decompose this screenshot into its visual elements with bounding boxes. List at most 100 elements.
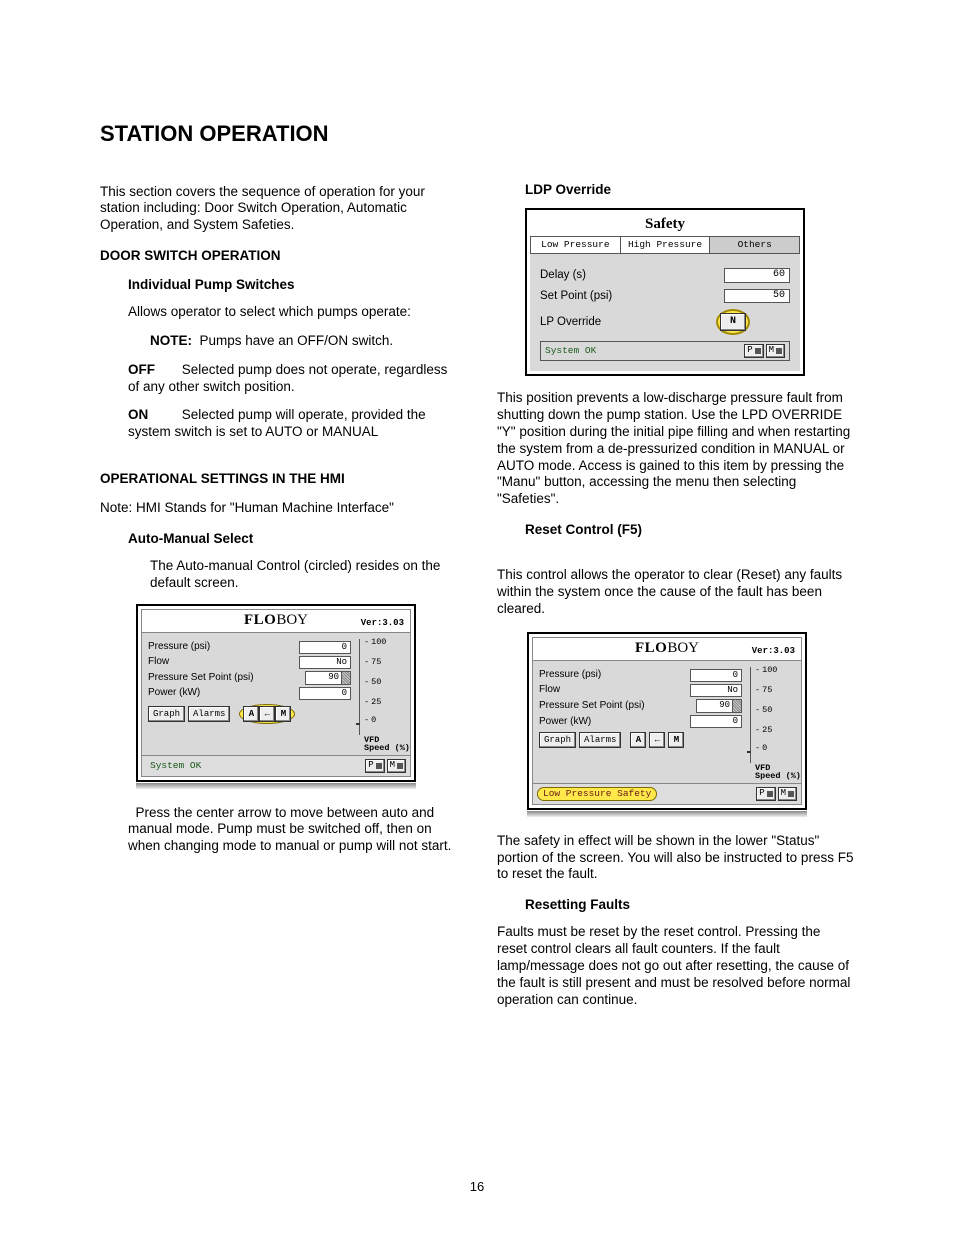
heading-door-switch: DOOR SWITCH OPERATION <box>100 248 457 265</box>
value-delay[interactable]: 60 <box>724 268 790 283</box>
status-text-alert: Low Pressure Safety <box>537 787 657 801</box>
note-text: Pumps have an OFF/ON switch. <box>200 333 394 348</box>
hmi-version: Ver:3.03 <box>361 618 404 629</box>
brand-flo: FLO <box>635 639 667 658</box>
note-row: NOTE: Pumps have an OFF/ON switch. <box>100 333 457 350</box>
status-text-ok: System OK <box>146 760 363 772</box>
heading-ldp-override: LDP Override <box>497 182 854 199</box>
two-column-layout: This section covers the sequence of oper… <box>100 176 854 1023</box>
value-safety-setpoint[interactable]: 50 <box>724 289 790 304</box>
brand-flo: FLO <box>244 611 276 630</box>
safety-panel: Safety Low Pressure High Pressure Others… <box>525 208 805 376</box>
label-flow: Flow <box>148 656 299 669</box>
manual-button[interactable]: M <box>275 706 291 722</box>
hmi-status-bar-alert: Low Pressure Safety P M <box>533 783 801 804</box>
spinner-handle-icon[interactable] <box>341 672 350 684</box>
manual-button[interactable]: M <box>668 732 684 748</box>
label-safety-setpoint: Set Point (psi) <box>540 289 724 303</box>
arrow-button[interactable]: ← <box>259 706 275 722</box>
row-setpoint: Pressure Set Point (psi) 90 <box>539 699 750 713</box>
subheading-auto-manual: Auto-Manual Select <box>100 531 457 548</box>
alarms-button[interactable]: Alarms <box>188 706 230 722</box>
safety-status-bar: System OK P M <box>540 341 790 361</box>
gauge-tick-0: 0 <box>364 715 376 726</box>
tab-high-pressure[interactable]: High Pressure <box>621 237 711 253</box>
reset-desc: This control allows the operator to clea… <box>497 567 854 618</box>
hmi-status-bar: System OK P M <box>142 755 410 776</box>
left-column: This section covers the sequence of oper… <box>100 176 457 1023</box>
label-power: Power (kW) <box>148 687 299 700</box>
off-row: OFF Selected pump does not operate, rega… <box>100 362 457 396</box>
status-p-indicator: P <box>365 759 384 773</box>
gauge-tick-0: 0 <box>755 743 767 754</box>
square-icon <box>376 763 382 769</box>
auto-manual-after: Press the center arrow to move between a… <box>100 805 457 856</box>
gauge-tick-50: 50 <box>364 677 381 688</box>
gauge-tick-100: 100 <box>755 665 777 676</box>
graph-button[interactable]: Graph <box>539 732 576 748</box>
gauge-tick-75: 75 <box>364 657 381 668</box>
right-column: LDP Override Safety Low Pressure High Pr… <box>497 176 854 1023</box>
alarms-button[interactable]: Alarms <box>579 732 621 748</box>
gauge-label: VFDSpeed (%) <box>755 764 801 781</box>
gauge-tick-100: 100 <box>364 637 386 648</box>
row-power: Power (kW) 0 <box>148 687 359 700</box>
brand-boy: BOY <box>276 611 308 630</box>
heading-reset-control: Reset Control (F5) <box>497 522 854 539</box>
row-flow: Flow No <box>539 684 750 697</box>
gauge-tick-75: 75 <box>755 685 772 696</box>
intro-text: This section covers the sequence of oper… <box>100 184 457 235</box>
tab-low-pressure[interactable]: Low Pressure <box>531 237 621 253</box>
status-m-indicator: M <box>387 759 406 773</box>
square-icon <box>767 791 773 797</box>
ldp-after-text: This position prevents a low-discharge p… <box>497 390 854 508</box>
label-power: Power (kW) <box>539 716 690 729</box>
reset-after-text: The safety in effect will be shown in th… <box>497 833 854 884</box>
gauge-tick-50: 50 <box>755 705 772 716</box>
status-m-indicator: M <box>766 344 785 358</box>
hmi-button-row: Graph Alarms A ← M <box>539 732 750 748</box>
graph-button[interactable]: Graph <box>148 706 185 722</box>
vfd-speed-gauge: 100 75 50 25 0 VFDSpeed (%) <box>359 639 406 735</box>
label-flow: Flow <box>539 684 690 697</box>
on-label: ON <box>128 407 178 424</box>
value-pressure: 0 <box>690 669 742 682</box>
lp-override-circle-marker: N <box>716 309 750 335</box>
value-setpoint: 90 <box>306 672 341 684</box>
status-p-indicator: P <box>756 787 775 801</box>
hmi-panel-default: FLOBOY Ver:3.03 Pressure (psi) 0 Flow No <box>136 604 416 789</box>
spinner-setpoint[interactable]: 90 <box>305 671 351 685</box>
page-number: 16 <box>100 1179 854 1195</box>
row-delay: Delay (s) 60 <box>540 268 790 283</box>
status-p-indicator: P <box>744 344 763 358</box>
arrow-button[interactable]: ← <box>649 732 665 748</box>
spinner-setpoint[interactable]: 90 <box>696 699 742 713</box>
auto-button[interactable]: A <box>630 732 646 748</box>
gauge-label: VFDSpeed (%) <box>364 736 410 753</box>
lp-override-button[interactable]: N <box>720 313 746 331</box>
hmi-version: Ver:3.03 <box>752 646 795 657</box>
on-row: ON Selected pump will operate, provided … <box>100 407 457 441</box>
label-setpoint: Pressure Set Point (psi) <box>148 673 305 684</box>
value-flow: No <box>690 684 742 697</box>
label-lp-override: LP Override <box>540 315 716 329</box>
auto-manual-circle-marker: A ← M <box>239 704 295 724</box>
hmi-panel-alert: FLOBOY Ver:3.03 Pressure (psi) 0 Flow No <box>527 632 807 817</box>
square-icon <box>755 348 761 354</box>
spinner-handle-icon[interactable] <box>732 700 741 712</box>
square-icon <box>788 791 794 797</box>
auto-button[interactable]: A <box>243 706 259 722</box>
square-icon <box>776 348 782 354</box>
row-flow: Flow No <box>148 656 359 669</box>
subheading-individual-pump: Individual Pump Switches <box>100 277 457 294</box>
square-icon <box>397 763 403 769</box>
heading-hmi-settings: OPERATIONAL SETTINGS IN THE HMI <box>100 471 457 488</box>
row-setpoint: Pressure Set Point (psi) 90 <box>148 671 359 685</box>
row-pressure: Pressure (psi) 0 <box>148 641 359 654</box>
tab-others[interactable]: Others <box>710 237 799 253</box>
safety-tabs: Low Pressure High Pressure Others <box>530 236 800 254</box>
vfd-speed-gauge: 100 75 50 25 0 VFDSpeed (%) <box>750 667 797 763</box>
row-setpoint: Set Point (psi) 50 <box>540 289 790 304</box>
row-pressure: Pressure (psi) 0 <box>539 669 750 682</box>
value-setpoint: 90 <box>697 700 732 712</box>
